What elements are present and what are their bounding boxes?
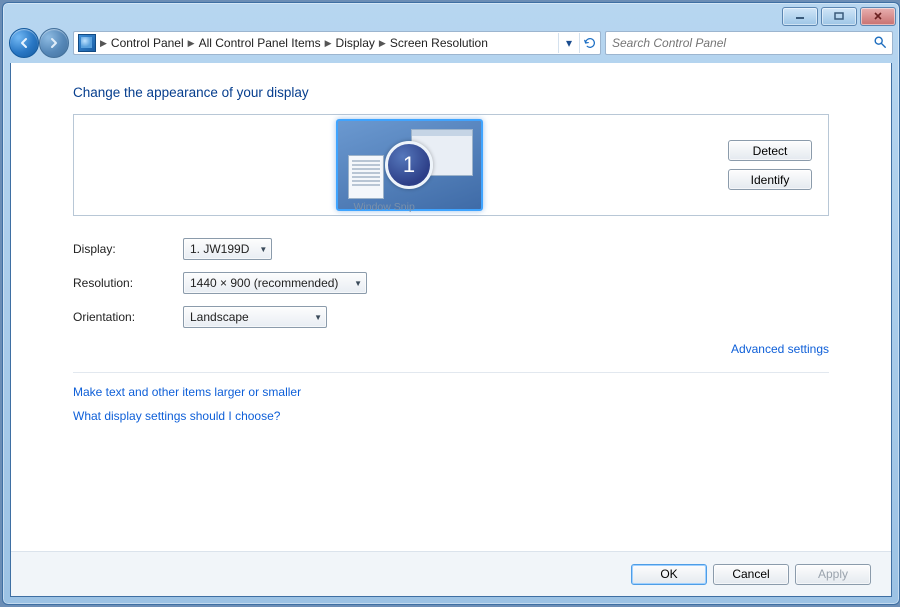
monitor-thumbnail-1[interactable]: 1 Window Snip [336,119,483,211]
nav-bar: ▶ Control Panel ▶ All Control Panel Item… [9,27,893,59]
search-input[interactable] [606,36,868,50]
identify-button[interactable]: Identify [728,169,812,190]
maximize-button[interactable] [821,7,857,26]
display-value: 1. JW199D [190,242,259,256]
address-history-dropdown[interactable]: ▾ [558,33,579,53]
chevron-down-icon: ▼ [314,313,322,322]
page-title: Change the appearance of your display [73,85,829,100]
close-button[interactable] [860,7,896,26]
what-display-settings-link[interactable]: What display settings should I choose? [73,409,280,423]
breadcrumb-item[interactable]: Screen Resolution [390,36,488,50]
dialog-footer: OK Cancel Apply [11,551,891,596]
ok-button[interactable]: OK [631,564,707,585]
detect-button[interactable]: Detect [728,140,812,161]
advanced-settings-link[interactable]: Advanced settings [731,342,829,356]
chevron-down-icon: ▼ [354,279,362,288]
search-icon[interactable] [868,35,892,52]
forward-button[interactable] [39,28,69,58]
chevron-right-icon[interactable]: ▶ [188,38,195,49]
orientation-label: Orientation: [73,310,183,324]
display-label: Display: [73,242,183,256]
title-bar [3,3,899,27]
divider [73,372,829,373]
breadcrumb-item[interactable]: All Control Panel Items [199,36,321,50]
chevron-down-icon: ▼ [259,245,267,254]
make-text-larger-link[interactable]: Make text and other items larger or smal… [73,385,301,399]
resolution-value: 1440 × 900 (recommended) [190,276,348,290]
breadcrumb-item[interactable]: Display [336,36,375,50]
refresh-button[interactable] [579,33,600,53]
orientation-dropdown[interactable]: Landscape ▼ [183,306,327,328]
window-frame: ▶ Control Panel ▶ All Control Panel Item… [2,2,900,605]
cancel-button[interactable]: Cancel [713,564,789,585]
breadcrumb-item[interactable]: Control Panel [111,36,184,50]
display-preview-box: 1 Window Snip Detect Identify [73,114,829,216]
address-bar[interactable]: ▶ Control Panel ▶ All Control Panel Item… [73,31,601,55]
control-panel-icon [78,34,96,52]
orientation-value: Landscape [190,310,259,324]
preview-document-icon [348,155,384,199]
apply-button[interactable]: Apply [795,564,871,585]
back-button[interactable] [9,28,39,58]
snip-overlay-text: Window Snip [354,201,415,213]
chevron-right-icon[interactable]: ▶ [100,38,107,49]
content-pane: Change the appearance of your display 1 … [10,63,892,597]
chevron-right-icon[interactable]: ▶ [325,38,332,49]
minimize-button[interactable] [782,7,818,26]
display-dropdown[interactable]: 1. JW199D ▼ [183,238,272,260]
settings-form: Display: 1. JW199D ▼ Resolution: 1440 × … [73,238,829,328]
chevron-right-icon[interactable]: ▶ [379,38,386,49]
resolution-label: Resolution: [73,276,183,290]
resolution-dropdown[interactable]: 1440 × 900 (recommended) ▼ [183,272,367,294]
monitor-number-badge: 1 [385,141,433,189]
search-box[interactable] [605,31,893,55]
